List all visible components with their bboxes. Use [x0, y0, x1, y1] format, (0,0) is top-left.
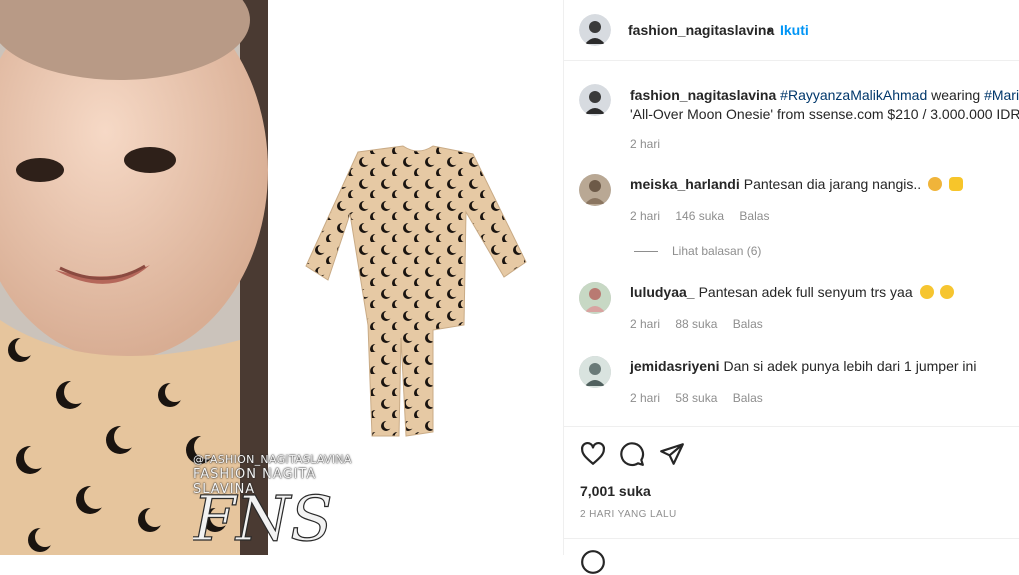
heart-eyes-emoji-icon — [919, 285, 934, 299]
action-bar: 7,001 suka 2 HARI YANG LALU — [564, 426, 1019, 520]
hashtag-link[interactable]: #MarineS — [984, 87, 1019, 103]
watermark-handle: @FASHION_NAGITASLAVINA — [193, 453, 352, 466]
commenter-avatar[interactable] — [579, 356, 611, 388]
comment-time[interactable]: 2 hari — [630, 317, 660, 331]
comment-body: Dan si adek punya lebih dari 1 jumper in… — [723, 358, 977, 374]
hashtag-link[interactable]: #RayyanzaMalikAhmad — [780, 87, 927, 103]
caption-username[interactable]: fashion_nagitaslavina — [630, 87, 776, 103]
comment-username[interactable]: meiska_harlandi — [630, 176, 740, 192]
caption-avatar[interactable] — [579, 84, 611, 116]
avatar[interactable] — [579, 14, 611, 46]
follow-button[interactable]: Ikuti — [780, 22, 809, 38]
comment-time[interactable]: 2 hari — [630, 209, 660, 223]
post-date[interactable]: 2 HARI YANG LALU — [580, 509, 677, 520]
likes-count[interactable]: 7,001 suka — [580, 483, 651, 499]
comment-item: luludyaa_ Pantesan adek full senyum trs y… — [564, 282, 1019, 342]
share-icon[interactable] — [659, 441, 685, 467]
comment-time[interactable]: 2 hari — [630, 391, 660, 405]
comment-meta: 2 hari 88 suka Balas — [630, 317, 775, 331]
add-comment-bar — [564, 538, 1019, 574]
comment-icon[interactable] — [619, 441, 645, 467]
clap-emoji-icon — [948, 177, 963, 191]
comment-meta: 2 hari 146 suka Balas — [630, 209, 781, 223]
header-username[interactable]: fashion_nagitaslavina — [628, 22, 774, 38]
emoji-icon[interactable] — [580, 549, 606, 575]
post-details-panel: fashion_nagitaslavina • Ikuti fashion_na… — [563, 0, 1019, 574]
view-replies-button[interactable]: Lihat balasan (6) — [634, 244, 761, 258]
svg-text:FNS: FNS — [193, 482, 333, 550]
comment-likes[interactable]: 146 suka — [675, 209, 724, 223]
post-header: fashion_nagitaslavina • Ikuti — [564, 0, 1019, 61]
comment-likes[interactable]: 88 suka — [675, 317, 717, 331]
laughing-emoji-icon — [940, 285, 955, 299]
reply-button[interactable]: Balas — [739, 209, 769, 223]
caption-text: wearing — [931, 87, 981, 103]
comment-username[interactable]: luludyaa_ — [630, 284, 695, 300]
commenter-avatar[interactable] — [579, 174, 611, 206]
comment-body: Pantesan adek full senyum trs yaa — [698, 284, 913, 300]
comment-likes[interactable]: 58 suka — [675, 391, 717, 405]
comment-text: jemidasriyeni Dan si adek punya lebih dar… — [630, 358, 976, 374]
comment-text: luludyaa_ Pantesan adek full senyum trs y… — [630, 284, 955, 300]
sad-face-emoji-icon — [928, 177, 943, 191]
fns-logo: FNS — [193, 481, 333, 550]
view-replies-label: Lihat balasan (6) — [672, 244, 762, 258]
reply-button[interactable]: Balas — [733, 317, 763, 331]
separator-dot: • — [767, 22, 772, 38]
comment-meta: 2 hari 58 suka Balas — [630, 391, 775, 405]
heart-icon[interactable] — [580, 441, 606, 467]
comment-body: Pantesan dia jarang nangis.. — [743, 176, 922, 192]
comment-item: jemidasriyeni Dan si adek punya lebih dar… — [564, 356, 1019, 416]
caption-line-2: 'All-Over Moon Onesie' from ssense.com $… — [630, 106, 1019, 122]
comment-text: meiska_harlandi Pantesan dia jarang nangi… — [630, 176, 963, 192]
commenter-avatar[interactable] — [579, 282, 611, 314]
reply-button[interactable]: Balas — [733, 391, 763, 405]
caption-time[interactable]: 2 hari — [630, 137, 660, 151]
comment-username[interactable]: jemidasriyeni — [630, 358, 720, 374]
post-media[interactable]: @FASHION_NAGITASLAVINA FASHION NAGITA SL… — [0, 0, 563, 555]
comment-item: meiska_harlandi Pantesan dia jarang nangi… — [564, 174, 1019, 234]
post-caption: fashion_nagitaslavina #RayyanzaMalikAhma… — [630, 86, 1019, 124]
divider — [634, 251, 658, 253]
